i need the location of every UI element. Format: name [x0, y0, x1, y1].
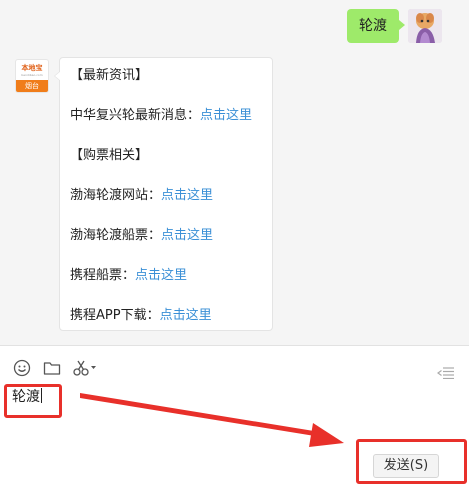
annotation-arrow — [80, 393, 344, 447]
